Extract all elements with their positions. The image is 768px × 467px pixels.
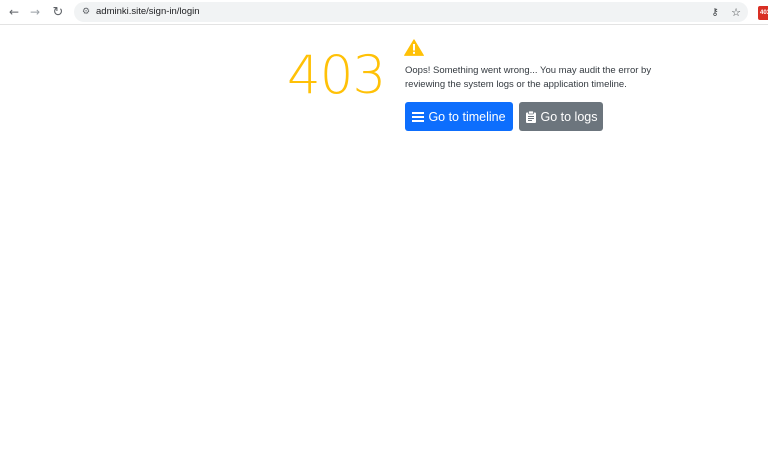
warning-triangle-icon <box>404 39 424 56</box>
site-info-icon[interactable]: ⚙ <box>80 6 92 18</box>
url-text[interactable]: adminki.site/sign-in/login <box>96 5 200 19</box>
extension-icon[interactable]: 403 <box>758 6 768 20</box>
go-to-timeline-label: Go to timeline <box>428 109 506 124</box>
error-code: 403 <box>287 45 386 106</box>
address-bar[interactable]: ⚙ adminki.site/sign-in/login ⚷ ☆ <box>74 2 748 22</box>
go-to-timeline-button[interactable]: Go to timeline <box>405 102 513 131</box>
extension-badge: 403 <box>760 10 768 16</box>
go-to-logs-button[interactable]: Go to logs <box>519 102 603 131</box>
key-icon[interactable]: ⚷ <box>708 5 722 19</box>
reload-icon[interactable]: ↻ <box>50 4 66 20</box>
list-icon <box>412 111 425 122</box>
back-arrow-icon[interactable]: ← <box>6 4 22 20</box>
browser-toolbar: ← → ↻ ⚙ adminki.site/sign-in/login ⚷ ☆ 4… <box>0 0 768 25</box>
clipboard-icon <box>525 110 536 123</box>
star-icon[interactable]: ☆ <box>729 5 743 19</box>
go-to-logs-label: Go to logs <box>540 109 598 124</box>
forward-arrow-icon[interactable]: → <box>27 4 43 20</box>
error-message: Oops! Something went wrong... You may au… <box>405 65 652 90</box>
